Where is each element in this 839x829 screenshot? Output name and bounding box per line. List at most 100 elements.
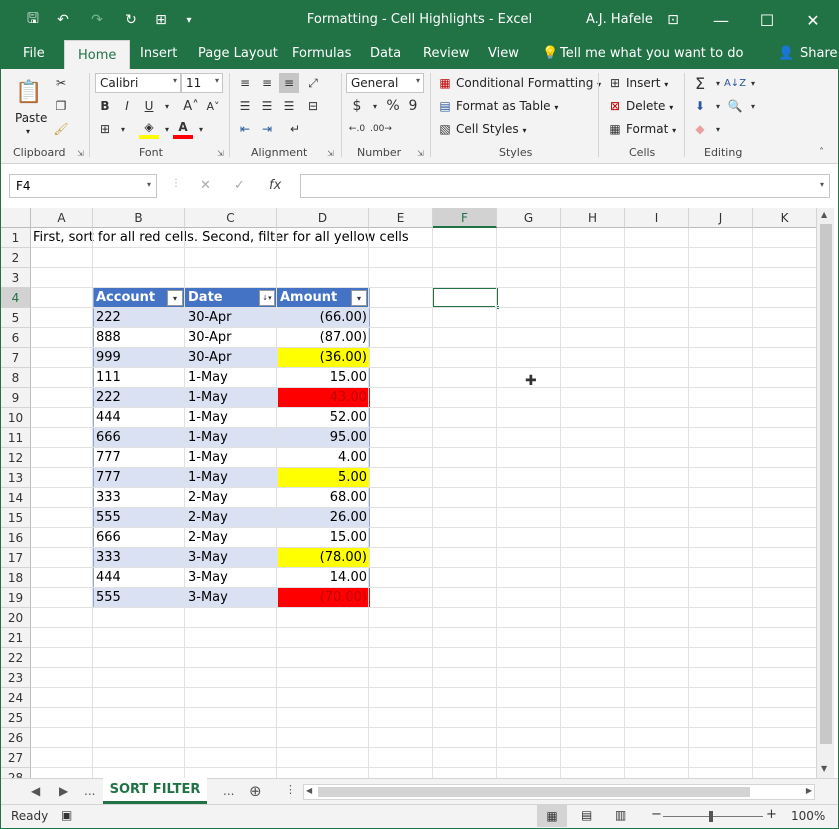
table-cell-account[interactable]: 777 (94, 468, 186, 488)
table-cell-amount[interactable]: 15.00 (278, 368, 370, 388)
top-align-icon[interactable]: ≡ (235, 73, 255, 93)
table-cell-account[interactable]: 444 (94, 568, 186, 588)
table-cell-amount[interactable]: 15.00 (278, 528, 370, 548)
increase-decimal-icon[interactable]: ←.0 (347, 119, 367, 139)
table-cell-amount[interactable]: (78.00) (278, 548, 370, 568)
table-cell-amount[interactable]: 52.00 (278, 408, 370, 428)
merge-center-icon[interactable]: ⊟ (303, 96, 323, 116)
currency-dropdown-icon[interactable]: ▾ (365, 96, 385, 116)
column-header-k[interactable]: K (753, 208, 817, 228)
table-cell-date[interactable]: 2-May (186, 528, 278, 548)
sort-filter-icon[interactable]: A↓Z (724, 73, 746, 93)
decrease-font-icon[interactable]: A˅ (203, 96, 223, 116)
wrap-text-icon[interactable]: ↵ (285, 119, 305, 139)
table-cell-account[interactable]: 111 (94, 368, 186, 388)
row-header-25[interactable]: 25 (1, 708, 31, 728)
table-cell-date[interactable]: 3-May (186, 568, 278, 588)
row-header-9[interactable]: 9 (1, 388, 31, 408)
row-header-19[interactable]: 19 (1, 588, 31, 608)
close-button[interactable]: ✕ (798, 7, 828, 33)
row-header-28[interactable]: 28 (1, 768, 31, 778)
table-row[interactable]: 222 30-Apr (66.00) (93, 308, 370, 328)
ribbon-display-options-icon[interactable]: ⊡ (658, 7, 688, 33)
row-header-4[interactable]: 4 (1, 288, 31, 308)
column-header-j[interactable]: J (689, 208, 753, 228)
sheet-tab-sort-filter[interactable]: SORT FILTER (103, 778, 207, 804)
increase-indent-icon[interactable]: ⇥ (257, 119, 277, 139)
alignment-launcher-icon[interactable]: ⇲ (327, 149, 334, 158)
table-cell-amount[interactable]: 43.00 (278, 388, 370, 408)
number-launcher-icon[interactable]: ⇲ (417, 149, 424, 158)
minimize-button[interactable]: — (706, 7, 736, 33)
row-header-16[interactable]: 16 (1, 528, 31, 548)
next-sheets-ellipsis[interactable]: ... (223, 784, 234, 798)
page-layout-view-icon[interactable]: ▤ (581, 808, 592, 822)
paste-icon[interactable]: 📋 (15, 77, 43, 107)
number-format-combo[interactable]: General ▾ (346, 73, 424, 93)
table-row[interactable]: 555 3-May (70.00) (93, 588, 370, 608)
font-size-combo[interactable]: 11 ▾ (181, 73, 223, 93)
row-header-21[interactable]: 21 (1, 628, 31, 648)
collapse-ribbon-icon[interactable]: ˄ (819, 147, 824, 158)
row-header-8[interactable]: 8 (1, 368, 31, 388)
table-cell-date[interactable]: 1-May (186, 388, 278, 408)
align-right-icon[interactable]: ☰ (279, 96, 299, 116)
row-header-1[interactable]: 1 (1, 228, 31, 248)
table-cell-account[interactable]: 666 (94, 428, 186, 448)
select-all-corner[interactable] (1, 208, 31, 228)
cell-a1[interactable]: First, sort for all red cells. Second, f… (33, 228, 409, 248)
scroll-down-icon[interactable]: ▼ (821, 764, 827, 773)
table-row[interactable]: 222 1-May 43.00 (93, 388, 370, 408)
font-launcher-icon[interactable]: ⇲ (217, 149, 224, 158)
find-select-icon[interactable]: 🔍 (725, 96, 745, 116)
table-cell-date[interactable]: 1-May (186, 368, 278, 388)
format-as-table-button[interactable]: Format as Table ▾ (456, 99, 558, 113)
font-color-dropdown-icon[interactable]: ▾ (191, 119, 211, 139)
italic-button[interactable]: I (117, 96, 137, 116)
underline-button[interactable]: U (139, 96, 159, 116)
table-row[interactable]: 333 2-May 68.00 (93, 488, 370, 508)
paste-dropdown-icon[interactable]: ▾ (26, 127, 30, 136)
column-header-e[interactable]: E (369, 208, 433, 228)
table-row[interactable]: 444 3-May 14.00 (93, 568, 370, 588)
column-header-c[interactable]: C (185, 208, 277, 228)
table-cell-account[interactable]: 555 (94, 508, 186, 528)
table-cell-amount[interactable]: (87.00) (278, 328, 370, 348)
table-cell-date[interactable]: 1-May (186, 448, 278, 468)
insert-button[interactable]: Insert ▾ (626, 76, 668, 90)
table-cell-date[interactable]: 2-May (186, 488, 278, 508)
cancel-icon[interactable]: ✕ (200, 178, 211, 193)
format-as-table-icon[interactable]: ▤ (435, 96, 455, 116)
zoom-slider-thumb[interactable] (709, 811, 713, 822)
row-header-17[interactable]: 17 (1, 548, 31, 568)
table-cell-amount[interactable]: (66.00) (278, 308, 370, 328)
table-cell-amount[interactable]: 26.00 (278, 508, 370, 528)
table-cell-date[interactable]: 30-Apr (186, 348, 278, 368)
fill-icon[interactable]: ⬇ (690, 96, 710, 116)
enter-icon[interactable]: ✓ (234, 178, 245, 193)
zoom-level[interactable]: 100% (791, 809, 825, 823)
name-box[interactable]: F4 ▾ (9, 174, 157, 198)
scroll-up-icon[interactable]: ▲ (821, 210, 827, 219)
find-select-dropdown-icon[interactable]: ▾ (743, 96, 763, 116)
filter-dropdown-date-icon[interactable]: ↓▾ (259, 290, 275, 306)
column-header-i[interactable]: I (625, 208, 689, 228)
bottom-align-icon[interactable]: ≡ (279, 73, 299, 93)
tab-insert[interactable]: Insert (140, 46, 177, 61)
table-cell-date[interactable]: 2-May (186, 508, 278, 528)
font-color-icon[interactable]: A (173, 119, 193, 139)
row-header-11[interactable]: 11 (1, 428, 31, 448)
row-header-22[interactable]: 22 (1, 648, 31, 668)
row-header-20[interactable]: 20 (1, 608, 31, 628)
table-row[interactable]: 888 30-Apr (87.00) (93, 328, 370, 348)
zoom-slider[interactable] (663, 816, 763, 817)
row-header-24[interactable]: 24 (1, 688, 31, 708)
underline-dropdown-icon[interactable]: ▾ (157, 96, 177, 116)
table-cell-account[interactable]: 333 (94, 548, 186, 568)
macro-record-icon[interactable]: ▣ (61, 808, 72, 822)
cell-styles-button[interactable]: Cell Styles ▾ (456, 122, 526, 136)
cut-icon[interactable]: ✂ (51, 73, 71, 93)
table-row[interactable]: 555 2-May 26.00 (93, 508, 370, 528)
table-row[interactable]: 444 1-May 52.00 (93, 408, 370, 428)
table-cell-amount[interactable]: 14.00 (278, 568, 370, 588)
